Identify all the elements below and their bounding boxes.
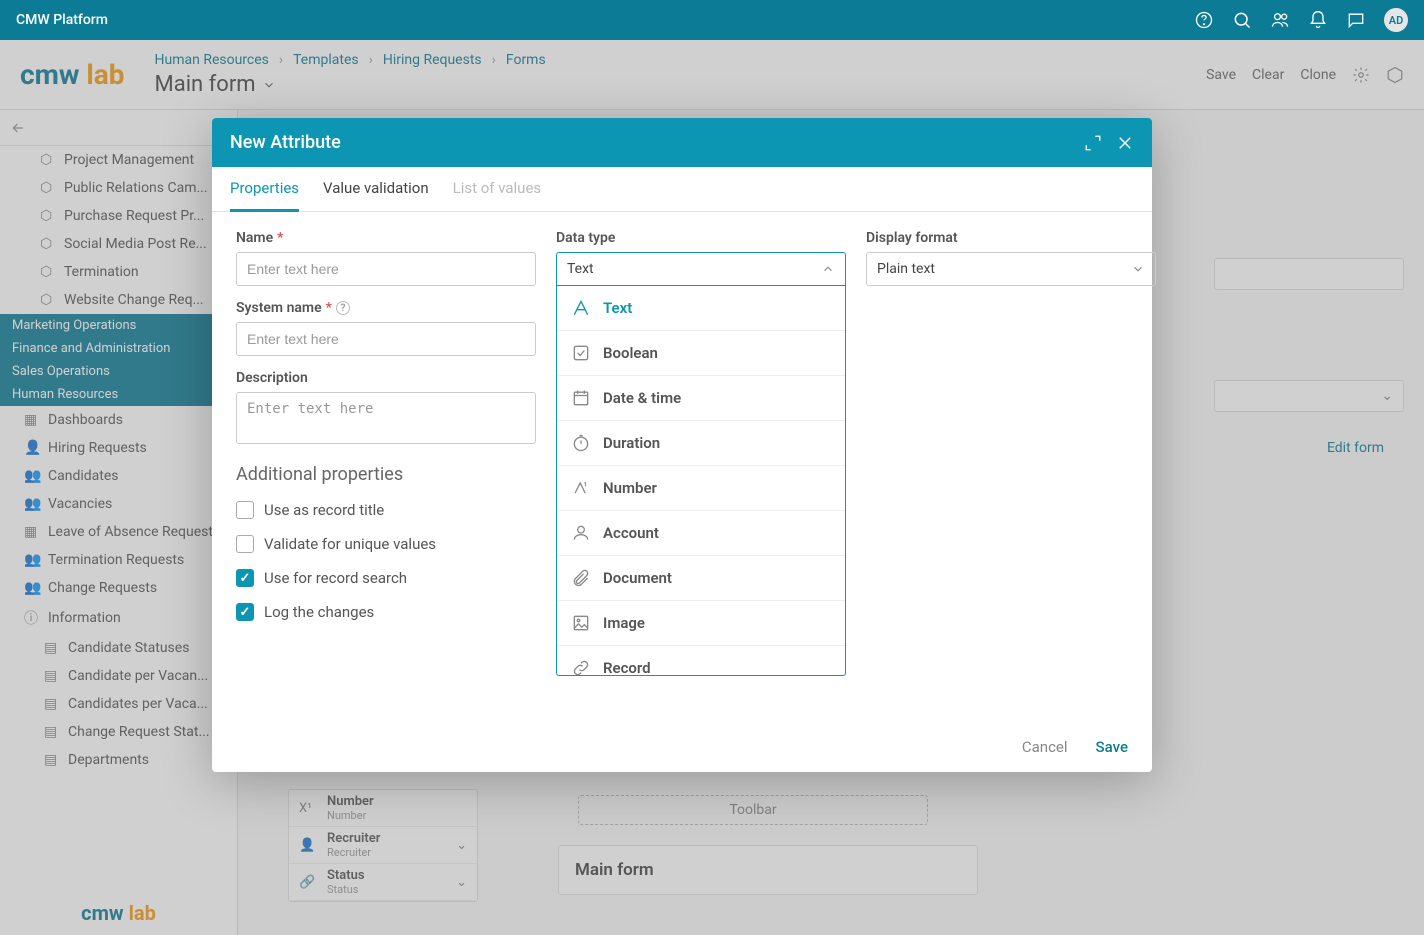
cancel-button[interactable]: Cancel <box>1022 738 1068 756</box>
datatype-option-boolean[interactable]: Boolean <box>557 331 845 376</box>
datatype-option-text[interactable]: Text <box>557 286 845 331</box>
checkbox-record-title[interactable]: Use as record title <box>236 493 536 527</box>
sysname-input[interactable] <box>236 322 536 356</box>
checkbox-unique[interactable]: Validate for unique values <box>236 527 536 561</box>
datatype-dropdown: Text Boolean Date & time Duration 1Numbe… <box>556 286 846 676</box>
svg-text:1: 1 <box>584 480 588 488</box>
search-icon[interactable] <box>1232 10 1252 30</box>
description-input[interactable] <box>236 392 536 444</box>
checkbox-search[interactable]: Use for record search <box>236 561 536 595</box>
chat-icon[interactable] <box>1346 10 1366 30</box>
datatype-select[interactable]: Text <box>556 252 846 286</box>
datatype-option-number[interactable]: 1Number <box>557 466 845 511</box>
datatype-option-document[interactable]: Document <box>557 556 845 601</box>
datatype-option-account[interactable]: Account <box>557 511 845 556</box>
expand-icon[interactable] <box>1084 134 1102 152</box>
close-icon[interactable] <box>1116 134 1134 152</box>
bell-icon[interactable] <box>1308 10 1328 30</box>
datatype-option-image[interactable]: Image <box>557 601 845 646</box>
checkbox-log[interactable]: Log the changes <box>236 595 536 629</box>
name-input[interactable] <box>236 252 536 286</box>
display-format-select[interactable]: Plain text <box>866 252 1156 286</box>
datatype-option-duration[interactable]: Duration <box>557 421 845 466</box>
chevron-up-icon <box>821 262 835 276</box>
save-button[interactable]: Save <box>1096 738 1128 756</box>
tab-value-validation[interactable]: Value validation <box>323 167 429 211</box>
datatype-label: Data type <box>556 230 846 246</box>
datatype-option-datetime[interactable]: Date & time <box>557 376 845 421</box>
display-format-label: Display format <box>866 230 1156 246</box>
modal-title: New Attribute <box>230 132 341 153</box>
app-title: CMW Platform <box>16 12 108 28</box>
people-icon[interactable] <box>1270 10 1290 30</box>
additional-properties-heading: Additional properties <box>236 464 536 485</box>
sysname-label: System name* ? <box>236 300 536 316</box>
description-label: Description <box>236 370 536 386</box>
tab-list-of-values: List of values <box>453 167 542 211</box>
avatar[interactable]: AD <box>1384 8 1408 32</box>
new-attribute-modal: New Attribute Properties Value validatio… <box>212 118 1152 772</box>
help-icon[interactable]: ? <box>336 301 350 315</box>
tab-properties[interactable]: Properties <box>230 167 299 212</box>
help-icon[interactable] <box>1194 10 1214 30</box>
datatype-option-record[interactable]: Record <box>557 646 845 676</box>
chevron-down-icon <box>1131 262 1145 276</box>
name-label: Name* <box>236 230 536 246</box>
